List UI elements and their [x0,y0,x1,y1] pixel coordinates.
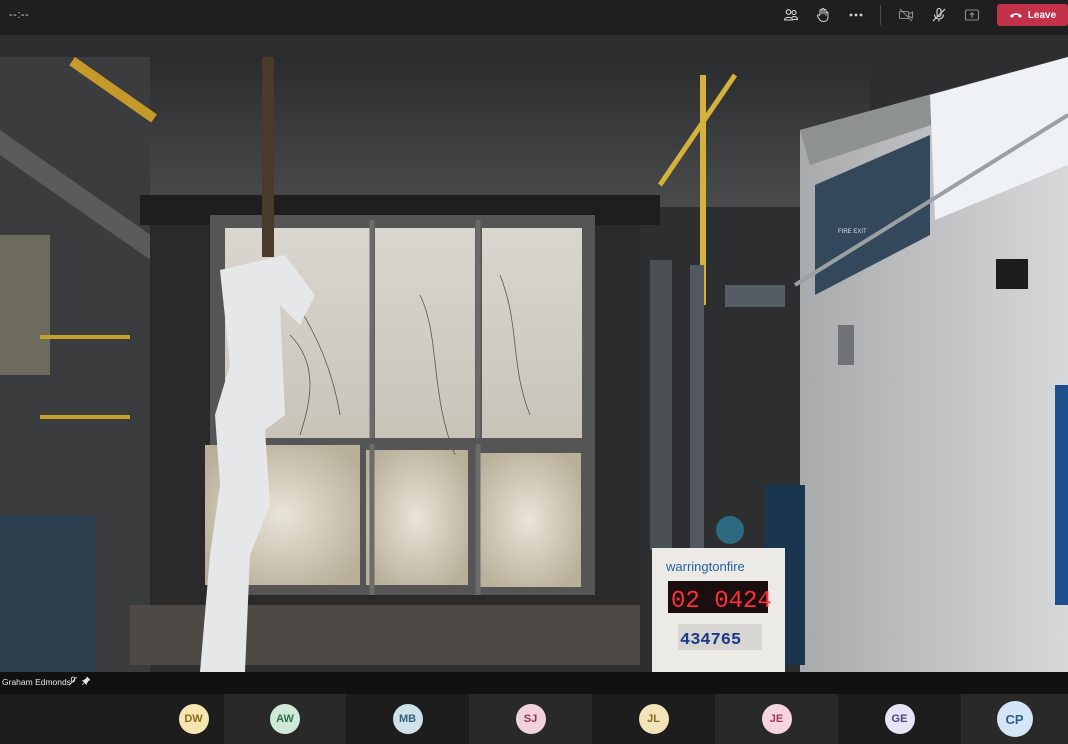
video-stage: FIRE EXIT warringtonfire 02 0424 434765 [0,35,1068,672]
leave-button[interactable]: Leave [997,4,1068,26]
avatar: CP [996,701,1033,737]
phone-hangup-icon [1009,13,1022,18]
avatar: JL [638,704,669,734]
more-options-button[interactable] [843,4,869,26]
toolbar-divider [880,5,881,25]
share-button[interactable] [959,4,985,26]
participant-tile[interactable]: DW [163,694,224,744]
participant-strip: DW AW MB SJ JL JE GE CP [0,694,1068,744]
participant-tile[interactable]: CP [961,694,1068,744]
mic-off-icon [69,676,77,686]
participant-tile[interactable]: MB [346,694,469,744]
furnace-video-frame: FIRE EXIT warringtonfire 02 0424 434765 [0,35,1068,672]
participant-tile[interactable]: AW [224,694,346,744]
participant-tile[interactable]: JE [715,694,838,744]
speaker-name: Graham Edmonds [2,677,71,687]
avatar: GE [884,704,915,734]
call-timer: --:-- [9,9,30,21]
participant-tile[interactable]: GE [838,694,961,744]
share-icon [964,9,980,21]
avatar: DW [178,704,209,734]
blue-counter: 434765 [680,631,741,650]
avatar: JE [761,704,792,734]
camera-toggle-button[interactable] [893,4,919,26]
speaker-status-icons [68,676,91,686]
red-counter: 02 0424 [671,588,772,615]
avatar: AW [270,704,300,734]
people-icon [783,9,799,21]
more-icon [849,13,863,17]
participant-tile[interactable]: SJ [469,694,592,744]
avatar: SJ [515,704,546,734]
raise-hand-button[interactable] [810,4,836,26]
mic-off-icon [932,7,946,22]
raise-hand-icon [817,8,829,23]
call-toolbar: --:-- Leave [0,0,1068,35]
avatar: MB [392,704,423,734]
participant-tile[interactable]: JL [592,694,715,744]
mic-toggle-button[interactable] [926,4,952,26]
sign-brand: warringtonfire [665,559,745,574]
speaker-label-bar: Graham Edmonds [0,672,1068,694]
leave-label: Leave [1027,9,1057,21]
wall-sign: FIRE EXIT [838,229,867,235]
pin-icon [81,676,91,686]
participants-button[interactable] [778,4,804,26]
camera-off-icon [898,8,914,22]
